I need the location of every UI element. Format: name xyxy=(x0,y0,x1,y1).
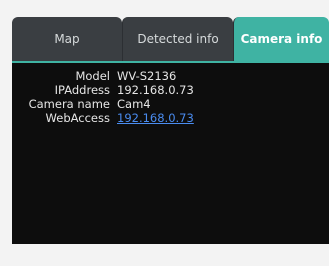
tab-map-label: Map xyxy=(54,32,80,46)
tab-camera-info-label: Camera info xyxy=(240,32,323,46)
tab-detected-info[interactable]: Detected info xyxy=(122,17,233,61)
ipaddress-label: IPAddress xyxy=(54,83,110,97)
ipaddress-value: 192.168.0.73 xyxy=(117,83,194,97)
tab-camera-info[interactable]: Camera info xyxy=(233,17,329,61)
model-value: WV-S2136 xyxy=(117,69,177,83)
webaccess-label: WebAccess xyxy=(45,111,110,125)
info-row-camera-name: Camera name Cam4 xyxy=(12,97,194,111)
camera-info-list: Model WV-S2136 IPAddress 192.168.0.73 Ca… xyxy=(12,69,194,125)
camera-panel: Map Detected info Camera info Model WV-S… xyxy=(0,0,329,266)
camera-info-content: Model WV-S2136 IPAddress 192.168.0.73 Ca… xyxy=(12,61,329,244)
webaccess-link[interactable]: 192.168.0.73 xyxy=(117,111,194,125)
model-label: Model xyxy=(75,69,110,83)
tab-map[interactable]: Map xyxy=(12,17,122,61)
info-row-ipaddress: IPAddress 192.168.0.73 xyxy=(12,83,194,97)
tab-bar: Map Detected info Camera info xyxy=(12,17,329,61)
info-row-webaccess: WebAccess 192.168.0.73 xyxy=(12,111,194,125)
tab-detected-info-label: Detected info xyxy=(137,32,219,46)
camera-name-value: Cam4 xyxy=(117,97,151,111)
info-row-model: Model WV-S2136 xyxy=(12,69,194,83)
camera-name-label: Camera name xyxy=(28,97,110,111)
